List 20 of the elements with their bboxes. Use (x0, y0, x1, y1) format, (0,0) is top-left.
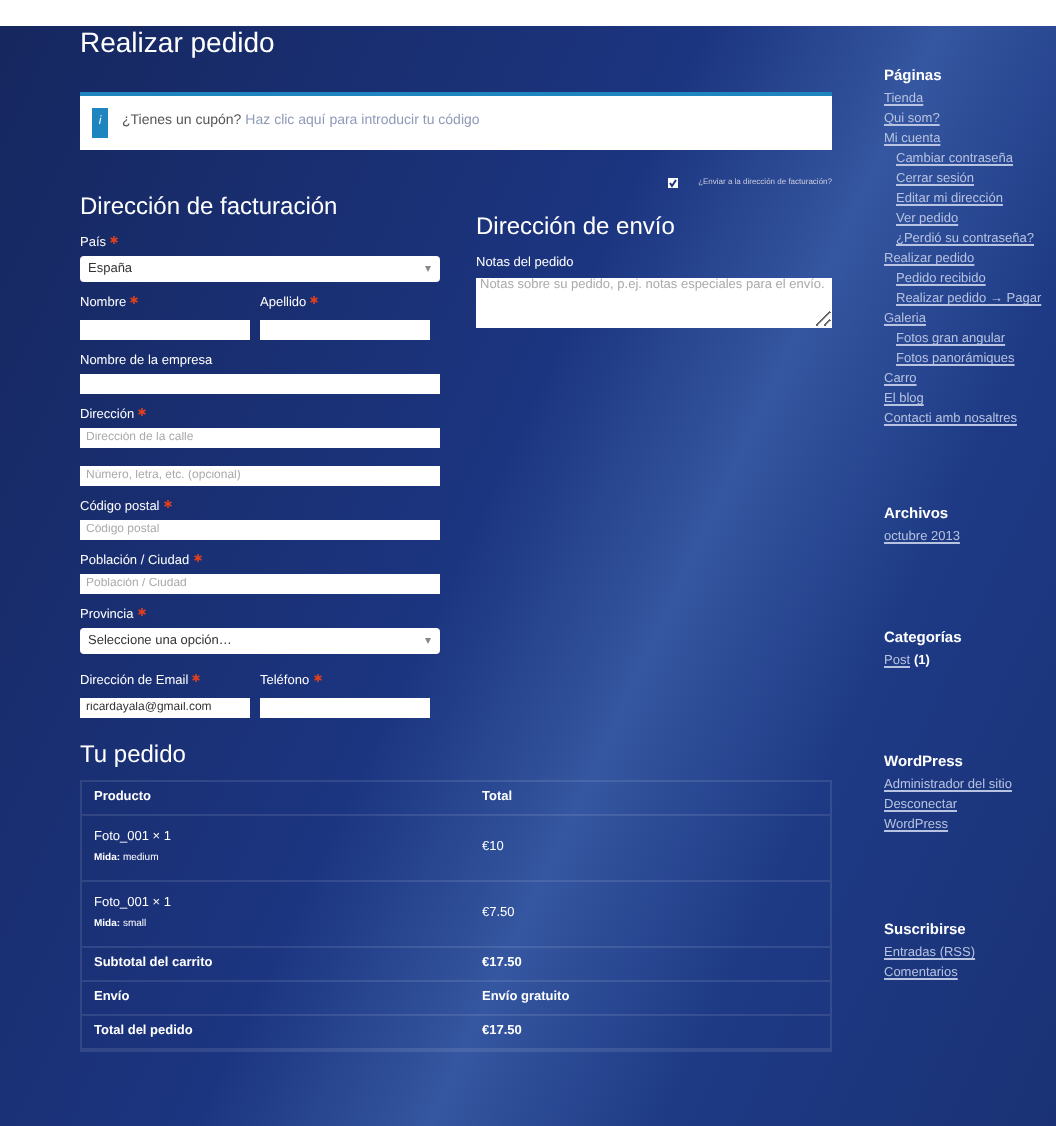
caret-icon (424, 266, 432, 272)
section-heading: Dirección de envío (476, 210, 677, 242)
caret-icon (424, 638, 432, 644)
required-icon (310, 296, 319, 304)
input-field[interactable] (80, 320, 250, 340)
required-icon (110, 236, 119, 244)
section-heading: Tu pedido (80, 738, 188, 770)
required-icon (192, 674, 201, 682)
required-icon (138, 408, 147, 416)
input-field[interactable] (260, 698, 430, 718)
required-icon (193, 554, 202, 562)
page-title: Realizar pedido (80, 24, 277, 60)
required-icon (130, 296, 139, 304)
required-icon (163, 500, 172, 508)
section-heading: Dirección de facturación (80, 190, 340, 222)
checkbox[interactable] (668, 177, 679, 187)
input-field[interactable] (80, 374, 440, 394)
required-icon (137, 608, 146, 616)
required-icon (313, 674, 322, 682)
input-field[interactable] (260, 320, 430, 340)
